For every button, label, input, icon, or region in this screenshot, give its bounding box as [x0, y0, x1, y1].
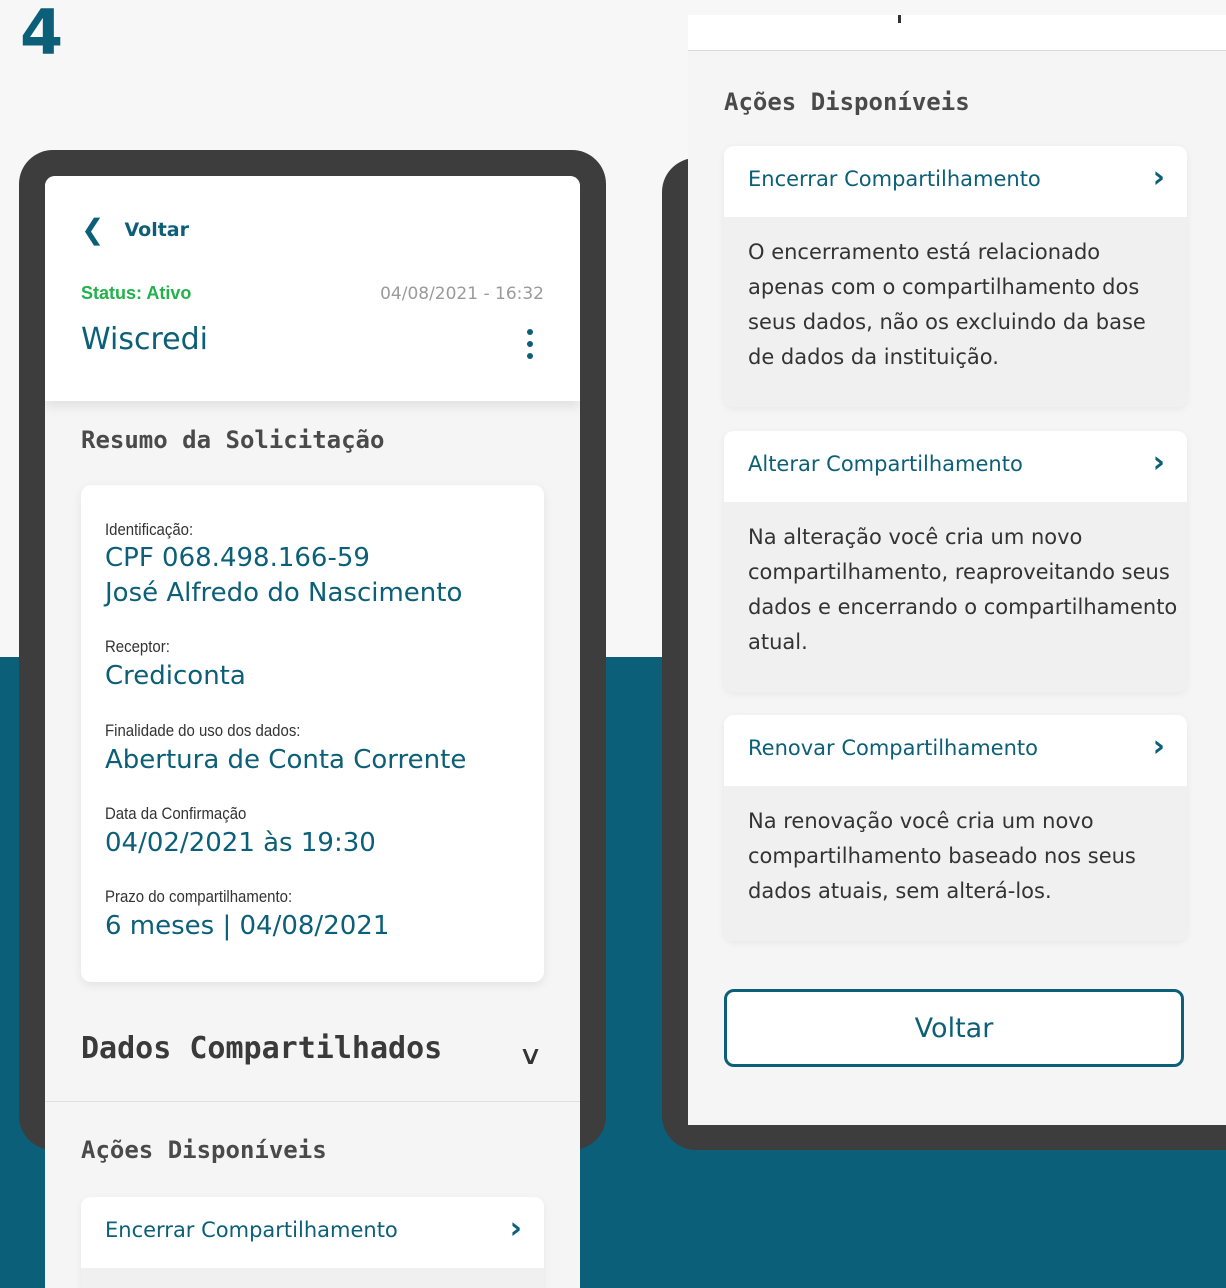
nome-value: José Alfredo do Nascimento — [105, 578, 463, 608]
top-bar — [688, 15, 1226, 51]
action-encerrar-left[interactable]: Encerrar Compartilhamento › — [81, 1197, 544, 1268]
finalidade-label: Finalidade do uso dos dados: — [105, 721, 301, 740]
status-badge: Status: Ativo — [81, 283, 192, 303]
action-body: Na alteração você cria um novo compartil… — [724, 502, 1187, 692]
right-phone-screen: Ações Disponíveis Encerrar Compartilhame… — [688, 15, 1226, 1125]
acoes-title-right: Ações Disponíveis — [724, 88, 970, 116]
chevron-down-icon: ∨ — [518, 1041, 543, 1071]
action-body — [81, 1268, 544, 1288]
action-card-renovar: Renovar Compartilhamento › Na renovação … — [724, 715, 1187, 941]
action-body: O encerramento está relacionado apenas c… — [724, 217, 1187, 407]
action-body: Na renovação você cria um novo compartil… — [724, 786, 1187, 941]
data-value: 04/02/2021 às 19:30 — [105, 828, 376, 858]
action-title: Alterar Compartilhamento — [748, 452, 1023, 476]
finalidade-value: Abertura de Conta Corrente — [105, 745, 467, 775]
data-label: Data da Confirmação — [105, 804, 247, 823]
chevron-right-icon: › — [509, 1211, 522, 1246]
action-title: Renovar Compartilhamento — [748, 736, 1038, 760]
status-date: 04/08/2021 - 16:32 — [380, 284, 544, 304]
action-description: Na renovação você cria um novo compartil… — [748, 809, 1136, 903]
action-encerrar[interactable]: Encerrar Compartilhamento › — [724, 146, 1187, 217]
left-phone-screen: ❮ Voltar Status: Ativo 04/08/2021 - 16:3… — [45, 176, 580, 1288]
company-name: Wiscredi — [81, 322, 208, 357]
dados-title: Dados Compartilhados — [81, 1031, 443, 1066]
action-alterar[interactable]: Alterar Compartilhamento › — [724, 431, 1187, 502]
action-card-encerrar-left: Encerrar Compartilhamento › — [81, 1197, 544, 1288]
action-card-alterar: Alterar Compartilhamento › Na alteração … — [724, 431, 1187, 692]
voltar-button[interactable]: Voltar — [724, 989, 1184, 1067]
action-card-encerrar: Encerrar Compartilhamento › O encerramen… — [724, 146, 1187, 407]
receptor-label: Receptor: — [105, 637, 170, 656]
action-title: Encerrar Compartilhamento — [105, 1218, 398, 1242]
receptor-value: Crediconta — [105, 661, 246, 691]
acoes-title-left: Ações Disponíveis — [81, 1136, 327, 1164]
action-description: O encerramento está relacionado apenas c… — [748, 240, 1146, 369]
dados-compartilhados-toggle[interactable]: Dados Compartilhados ∨ — [45, 1011, 580, 1102]
kebab-menu-icon[interactable] — [526, 329, 534, 359]
chevron-right-icon: › — [1152, 729, 1165, 764]
chevron-right-icon: › — [1152, 445, 1165, 480]
consent-header: ❮ Voltar Status: Ativo 04/08/2021 - 16:3… — [45, 176, 580, 401]
chevron-left-icon: ❮ — [81, 213, 105, 246]
step-number: 4 — [20, 0, 64, 69]
chevron-right-icon: › — [1152, 160, 1165, 195]
summary-title: Resumo da Solicitação — [81, 426, 385, 454]
action-renovar[interactable]: Renovar Compartilhamento › — [724, 715, 1187, 786]
action-title: Encerrar Compartilhamento — [748, 167, 1041, 191]
back-label: Voltar — [124, 219, 189, 241]
summary-card: Identificação: CPF 068.498.166-59 José A… — [81, 485, 544, 982]
prazo-value: 6 meses | 04/08/2021 — [105, 911, 390, 941]
cpf-value: CPF 068.498.166-59 — [105, 543, 370, 573]
action-description: Na alteração você cria um novo compartil… — [748, 525, 1178, 654]
identificacao-label: Identificação: — [105, 520, 194, 539]
back-link[interactable]: ❮ Voltar — [81, 216, 189, 244]
prazo-label: Prazo do compartilhamento: — [105, 887, 293, 906]
